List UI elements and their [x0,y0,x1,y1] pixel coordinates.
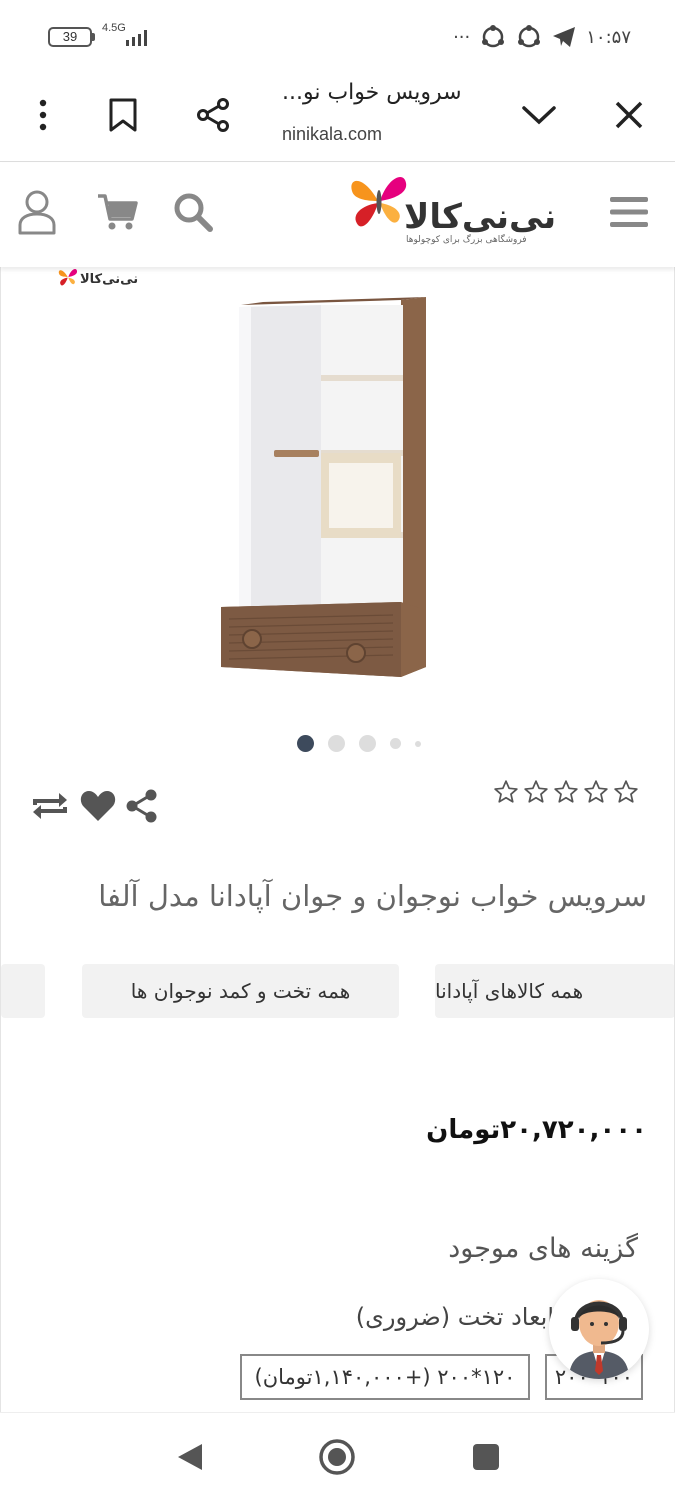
product-actions [29,789,159,823]
status-bar: 39 4.5G ··· ۱۰:۵۷ [0,0,675,72]
product-price: ۲۰,۷۲۰,۰۰۰تومان [426,1115,647,1145]
category-link-teen-beds[interactable]: همه تخت و کمد نوجوان ها [82,964,399,1018]
site-header: نی‌نی‌کالا فروشگاهی بزرگ برای کوچولوها [0,163,675,267]
share-icon[interactable] [125,789,159,823]
category-link-apadana[interactable]: همه کالاهای آپادانا [435,964,674,1018]
watermark-logo: نی‌نی‌کالا [56,267,156,293]
star-icon[interactable] [583,779,609,805]
gallery-dot-5[interactable] [415,740,421,747]
site-logo[interactable]: نی‌نی‌کالا فروشگاهی بزرگ برای کوچولوها [344,171,594,251]
user-account-icon[interactable] [12,187,62,237]
gallery-dot-2[interactable] [328,735,345,752]
product-image[interactable] [1,267,674,737]
page-url[interactable]: ninikala.com [282,124,382,145]
telegram-icon [553,27,576,47]
logo-tagline: فروشگاهی بزرگ برای کوچولوها [406,235,527,245]
bed-dimensions-label: ابعاد تخت (ضروری) [355,1303,554,1331]
cart-icon[interactable] [92,187,142,237]
app-notification-icon-2 [518,25,541,48]
compare-icon[interactable] [29,789,71,823]
home-icon[interactable] [315,1435,359,1479]
more-notifications-icon: ··· [453,26,471,48]
product-page: نی‌نی‌کالا سرویس خواب نوجوان و جوان آپاد… [0,267,675,1412]
search-icon[interactable] [168,187,218,237]
back-icon[interactable] [168,1435,212,1479]
gallery-dots [297,735,421,752]
bookmark-icon[interactable] [98,90,148,140]
product-title: سرویس خواب نوجوان و جوان آپادانا مدل آلف… [98,879,647,913]
app-notification-icon [482,25,505,48]
logo-text: نی‌نی‌کالا [404,197,557,237]
battery-indicator: 39 [48,27,92,47]
star-icon[interactable] [613,779,639,805]
hamburger-menu-icon[interactable] [604,187,654,237]
system-nav-bar [0,1412,675,1500]
gallery-dot-3[interactable] [359,735,376,752]
status-right: ··· ۱۰:۵۷ [453,24,631,50]
butterfly-watermark-icon [58,269,78,286]
gallery-dot-4[interactable] [390,738,401,749]
page-title: سرویس خواب نو... [282,80,462,105]
heart-icon[interactable] [79,789,117,823]
network-type: 4.5G [102,22,126,34]
support-chat-button[interactable] [549,1279,649,1379]
support-agent-icon [569,1300,629,1379]
browser-toolbar: سرویس خواب نو... ninikala.com [0,72,675,162]
menu-dots-icon[interactable] [18,90,68,140]
gallery-dot-1[interactable] [297,735,314,752]
battery-tip [92,33,95,41]
share-icon[interactable] [188,90,238,140]
clock: ۱۰:۵۷ [586,26,631,48]
close-icon[interactable] [604,90,654,140]
category-link-more[interactable] [1,964,45,1018]
rating-stars[interactable] [493,779,639,805]
chevron-down-icon[interactable] [514,90,564,140]
signal-icon [126,30,147,46]
star-icon[interactable] [493,779,519,805]
recents-icon[interactable] [464,1435,508,1479]
star-icon[interactable] [553,779,579,805]
options-title: گزینه های موجود [448,1233,638,1264]
option-chip-120x200[interactable]: ۱۲۰*۲۰۰ (+۱,۱۴۰,۰۰۰تومان) [240,1354,530,1400]
star-icon[interactable] [523,779,549,805]
watermark-text: نی‌نی‌کالا [80,272,139,287]
